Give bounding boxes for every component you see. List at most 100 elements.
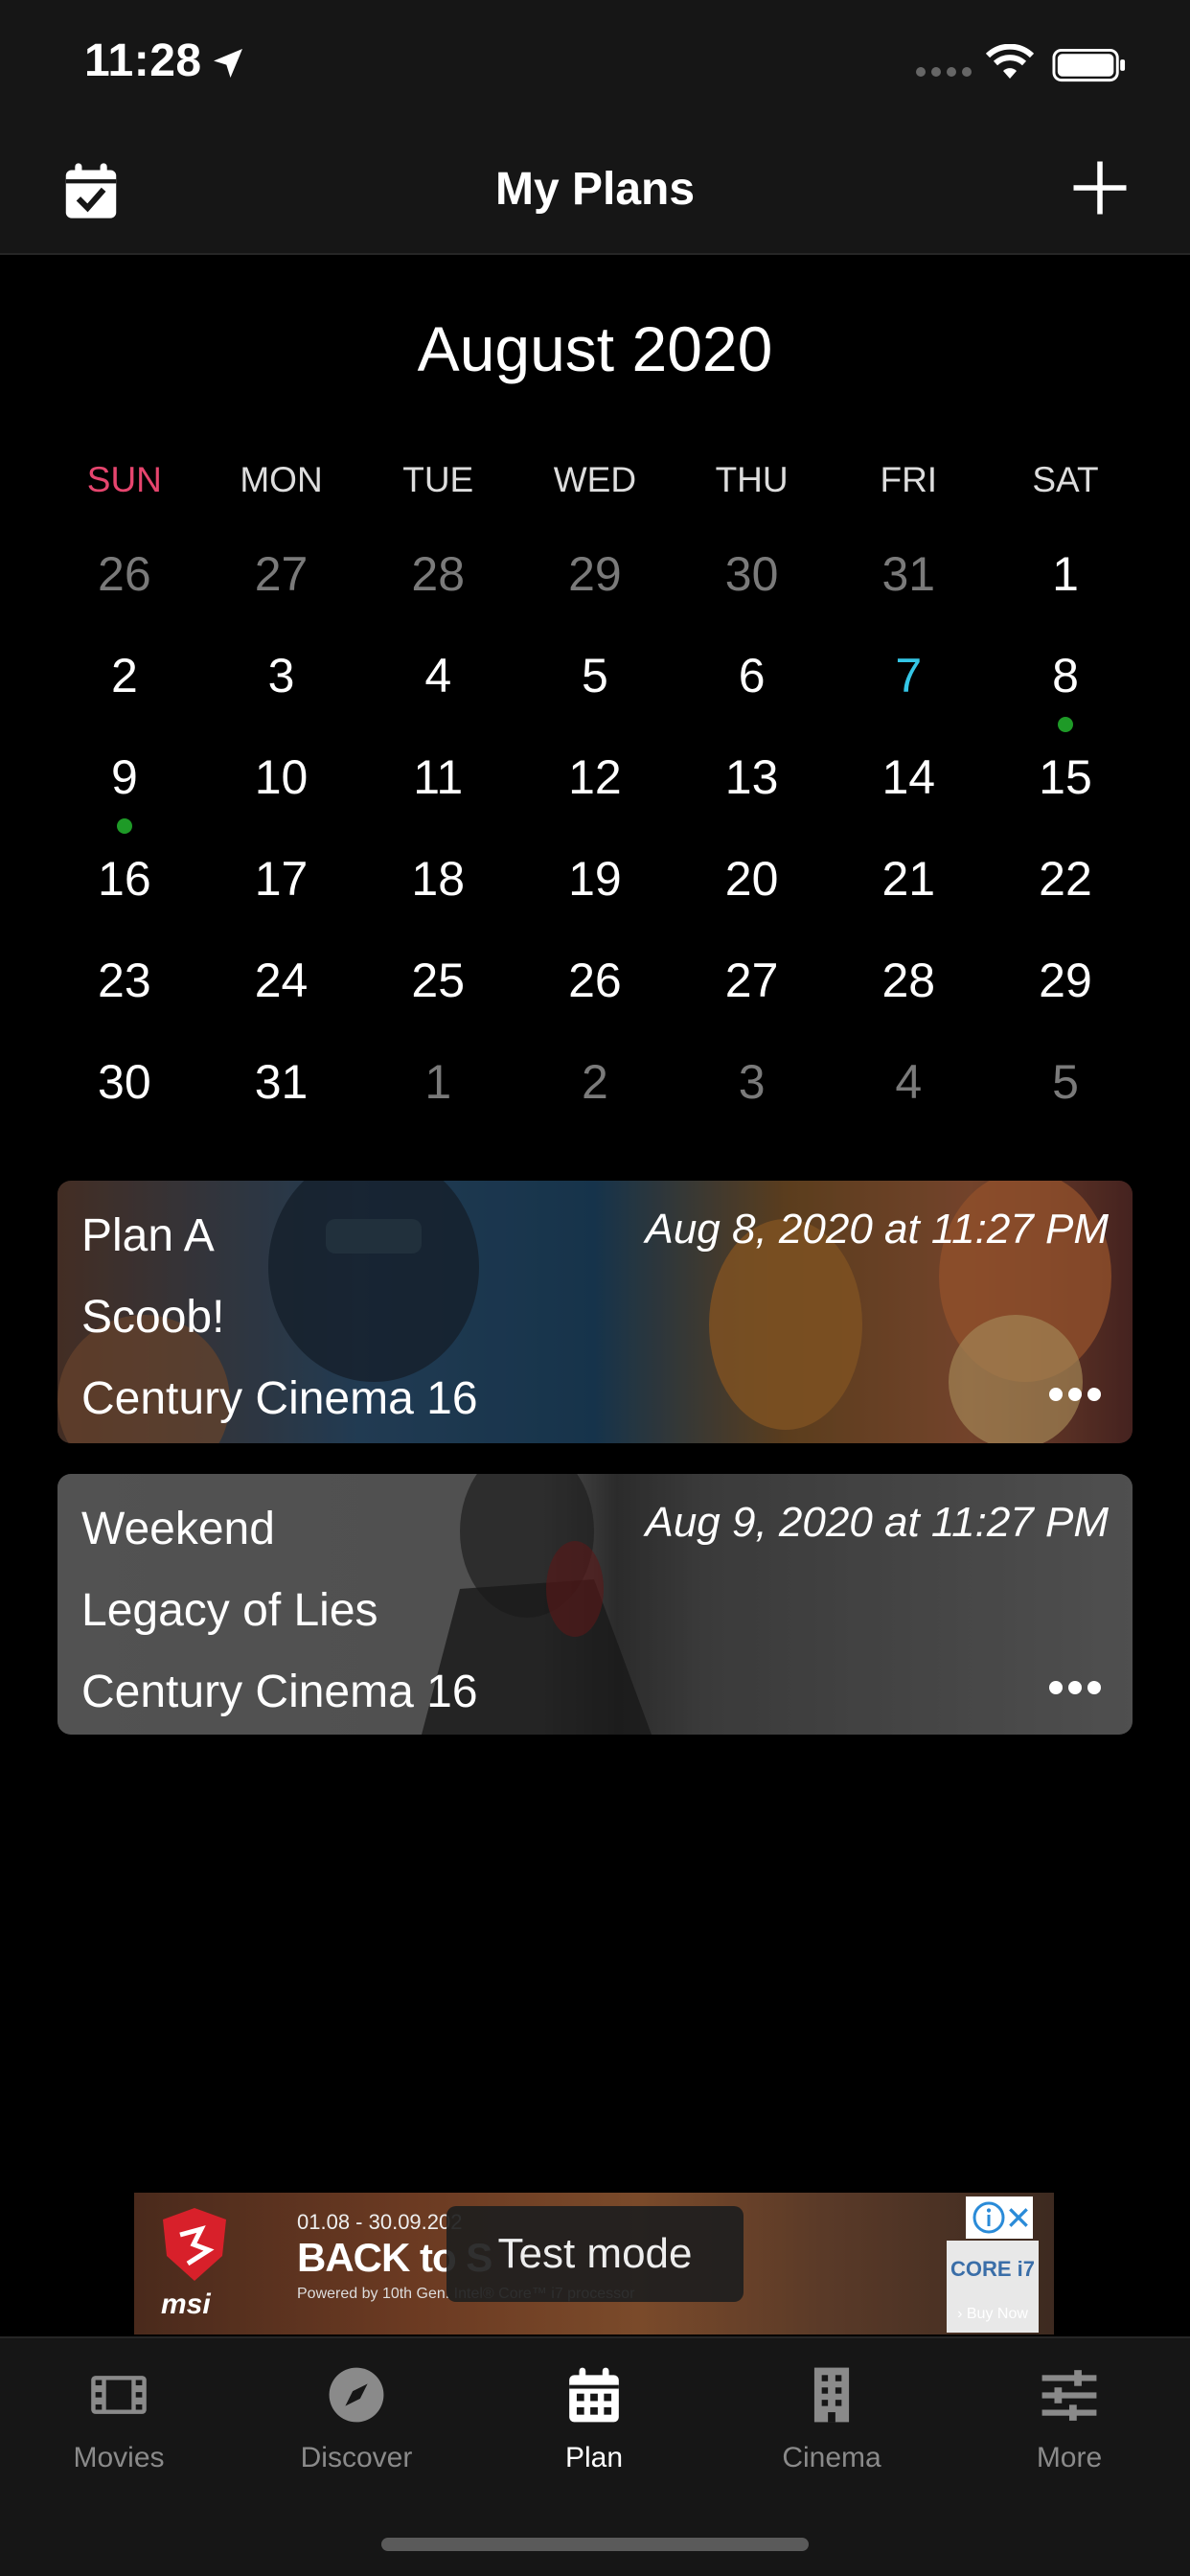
calendar-day-number: 2: [110, 649, 138, 702]
calendar-day[interactable]: 29: [516, 546, 674, 648]
calendar-day-number: 14: [881, 750, 936, 804]
film-icon: [91, 2376, 147, 2414]
tab-movies[interactable]: Movies: [0, 2365, 238, 2474]
calendar-day[interactable]: 15: [987, 749, 1144, 851]
calendar-day[interactable]: 20: [674, 851, 831, 953]
calendar-day[interactable]: 7: [830, 648, 987, 749]
plan-card[interactable]: Weekend Legacy of Lies Century Cinema 16…: [57, 1474, 1133, 1735]
calendar-day-number: 22: [1039, 852, 1092, 906]
calendar-day-number: 26: [568, 954, 622, 1007]
buy-now-link[interactable]: › Buy Now: [947, 2306, 1039, 2323]
calendar-day[interactable]: 14: [830, 749, 987, 851]
calendar-day-number: 18: [411, 852, 466, 906]
weekday-label: SUN: [86, 460, 162, 499]
tab-label: Plan: [564, 2442, 624, 2473]
calendar-day[interactable]: 10: [203, 749, 360, 851]
calendar-day-number: 6: [738, 649, 766, 702]
calendar-grid: 26 27 28 29 30 31 1 2 3 4 5 6 7 8 9 10 11 12 13 14 15 16 17 18 1…: [46, 546, 1144, 1156]
ad-banner[interactable]: msi 01.08 - 30.09.202 BACK to S Powered …: [134, 2193, 1054, 2334]
calendar-day[interactable]: 3: [674, 1054, 831, 1156]
month-title: August 2020: [417, 313, 773, 384]
tab-cinema[interactable]: Cinema: [713, 2365, 950, 2474]
calendar-day[interactable]: 27: [203, 546, 360, 648]
tab-plan[interactable]: Plan: [475, 2365, 713, 2474]
calendar-day[interactable]: 21: [830, 851, 987, 953]
info-icon[interactable]: [972, 2200, 1006, 2235]
calendar-day-number: 10: [254, 750, 309, 804]
plan-indicator-dot: [1057, 717, 1073, 732]
more-options-icon[interactable]: [1046, 1380, 1104, 1409]
plan-datetime: Aug 8, 2020 at 11:27 PM: [645, 1206, 1109, 1253]
calendar-day-number: 27: [254, 547, 309, 601]
plan-name: Weekend: [81, 1504, 275, 1554]
calendar-day[interactable]: 24: [203, 953, 360, 1054]
calendar-day-number: 3: [738, 1055, 766, 1109]
calendar-day[interactable]: 1: [359, 1054, 516, 1156]
calendar-day[interactable]: 28: [359, 546, 516, 648]
calendar-day-number: 11: [413, 750, 464, 804]
calendar-day[interactable]: 22: [987, 851, 1144, 953]
plan-indicator-dot: [116, 818, 132, 834]
calendar-day-number: 16: [98, 852, 151, 906]
calendar-day[interactable]: 30: [46, 1054, 203, 1156]
calendar-day[interactable]: 30: [674, 546, 831, 648]
calendar-day[interactable]: 11: [359, 749, 516, 851]
plan-datetime: Aug 9, 2020 at 11:27 PM: [645, 1499, 1109, 1546]
calendar-day-number: 17: [254, 852, 309, 906]
page-title: My Plans: [494, 164, 696, 215]
calendar-day[interactable]: 26: [516, 953, 674, 1054]
calendar-day[interactable]: 5: [516, 648, 674, 749]
calendar-day[interactable]: 27: [674, 953, 831, 1054]
calendar-day-number: 27: [724, 954, 779, 1007]
calendar-day[interactable]: 26: [46, 546, 203, 648]
calendar-day-number: 15: [1039, 750, 1092, 804]
calendar-day[interactable]: 6: [674, 648, 831, 749]
calendar-day[interactable]: 2: [516, 1054, 674, 1156]
calendar-day[interactable]: 9: [46, 749, 203, 851]
calendar-day[interactable]: 23: [46, 953, 203, 1054]
sliders-icon: [1041, 2370, 1097, 2421]
close-icon[interactable]: [1006, 2205, 1031, 2230]
calendar-day-number: 29: [568, 547, 622, 601]
add-plan-button[interactable]: [1071, 159, 1129, 217]
calendar-day-number: 24: [254, 954, 309, 1007]
calendar-day[interactable]: 31: [203, 1054, 360, 1156]
status-time: 11:28: [84, 35, 202, 86]
calendar-day[interactable]: 3: [203, 648, 360, 749]
calendar-day-number: 20: [724, 852, 779, 906]
calendar-day[interactable]: 13: [674, 749, 831, 851]
tab-more[interactable]: More: [950, 2365, 1188, 2474]
calendar-day[interactable]: 25: [359, 953, 516, 1054]
test-mode-label: Test mode: [446, 2206, 744, 2302]
calendar-day-number: 1: [424, 1055, 452, 1109]
calendar-day[interactable]: 2: [46, 648, 203, 749]
calendar-day-number: 3: [267, 649, 295, 702]
calendar-day[interactable]: 17: [203, 851, 360, 953]
calendar-day-number: 4: [895, 1055, 923, 1109]
calendar-day[interactable]: 18: [359, 851, 516, 953]
calendar-day[interactable]: 28: [830, 953, 987, 1054]
tab-discover[interactable]: Discover: [238, 2365, 475, 2474]
compass-icon: [329, 2367, 384, 2423]
ad-choices[interactable]: [966, 2196, 1033, 2239]
weekday-label: FRI: [880, 460, 938, 499]
home-indicator: [381, 2538, 809, 2551]
calendar-day[interactable]: 5: [987, 1054, 1144, 1156]
weekday-label: SAT: [1032, 460, 1099, 499]
calendar-day[interactable]: 4: [359, 648, 516, 749]
calendar-day[interactable]: 4: [830, 1054, 987, 1156]
calendar-day-number: 5: [582, 649, 608, 702]
calendar-day-number: 9: [110, 750, 138, 804]
signal-icon: [916, 67, 972, 77]
calendar-day[interactable]: 1: [987, 546, 1144, 648]
calendar-day[interactable]: 8: [987, 648, 1144, 749]
plan-card[interactable]: Plan A Scoob! Century Cinema 16 Aug 8, 2…: [57, 1181, 1133, 1443]
plan-cinema: Century Cinema 16: [81, 1373, 478, 1424]
more-options-icon[interactable]: [1046, 1673, 1104, 1702]
calendar-day[interactable]: 19: [516, 851, 674, 953]
tab-label: Discover: [300, 2442, 413, 2473]
calendar-day[interactable]: 29: [987, 953, 1144, 1054]
calendar-day[interactable]: 16: [46, 851, 203, 953]
calendar-day[interactable]: 12: [516, 749, 674, 851]
calendar-day[interactable]: 31: [830, 546, 987, 648]
